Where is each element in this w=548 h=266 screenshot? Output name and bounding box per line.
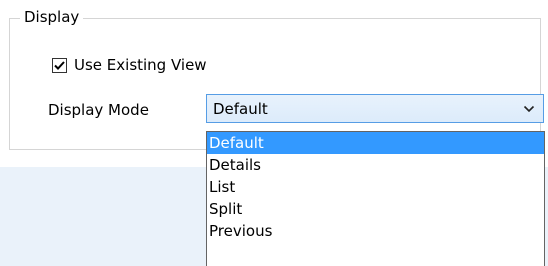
dropdown-option-default[interactable]: Default	[207, 132, 544, 154]
display-mode-label: Display Mode	[48, 101, 149, 119]
display-mode-selected-value: Default	[213, 100, 268, 118]
dropdown-option-details[interactable]: Details	[207, 154, 544, 176]
display-settings-panel: Display Use Existing View Display Mode D…	[0, 0, 548, 266]
checkmark-icon	[54, 60, 65, 70]
dropdown-option-previous[interactable]: Previous	[207, 220, 544, 242]
dropdown-option-split[interactable]: Split	[207, 198, 544, 220]
display-mode-combobox[interactable]: Default	[206, 94, 544, 123]
dropdown-option-list[interactable]: List	[207, 176, 544, 198]
use-existing-view-checkbox[interactable]	[52, 57, 67, 73]
display-mode-dropdown-list: Default Details List Split Previous	[206, 131, 545, 266]
chevron-down-icon[interactable]	[523, 104, 535, 114]
display-group-title: Display	[20, 7, 84, 27]
use-existing-view-checkbox-row[interactable]: Use Existing View	[52, 55, 207, 75]
use-existing-view-label[interactable]: Use Existing View	[74, 55, 207, 75]
